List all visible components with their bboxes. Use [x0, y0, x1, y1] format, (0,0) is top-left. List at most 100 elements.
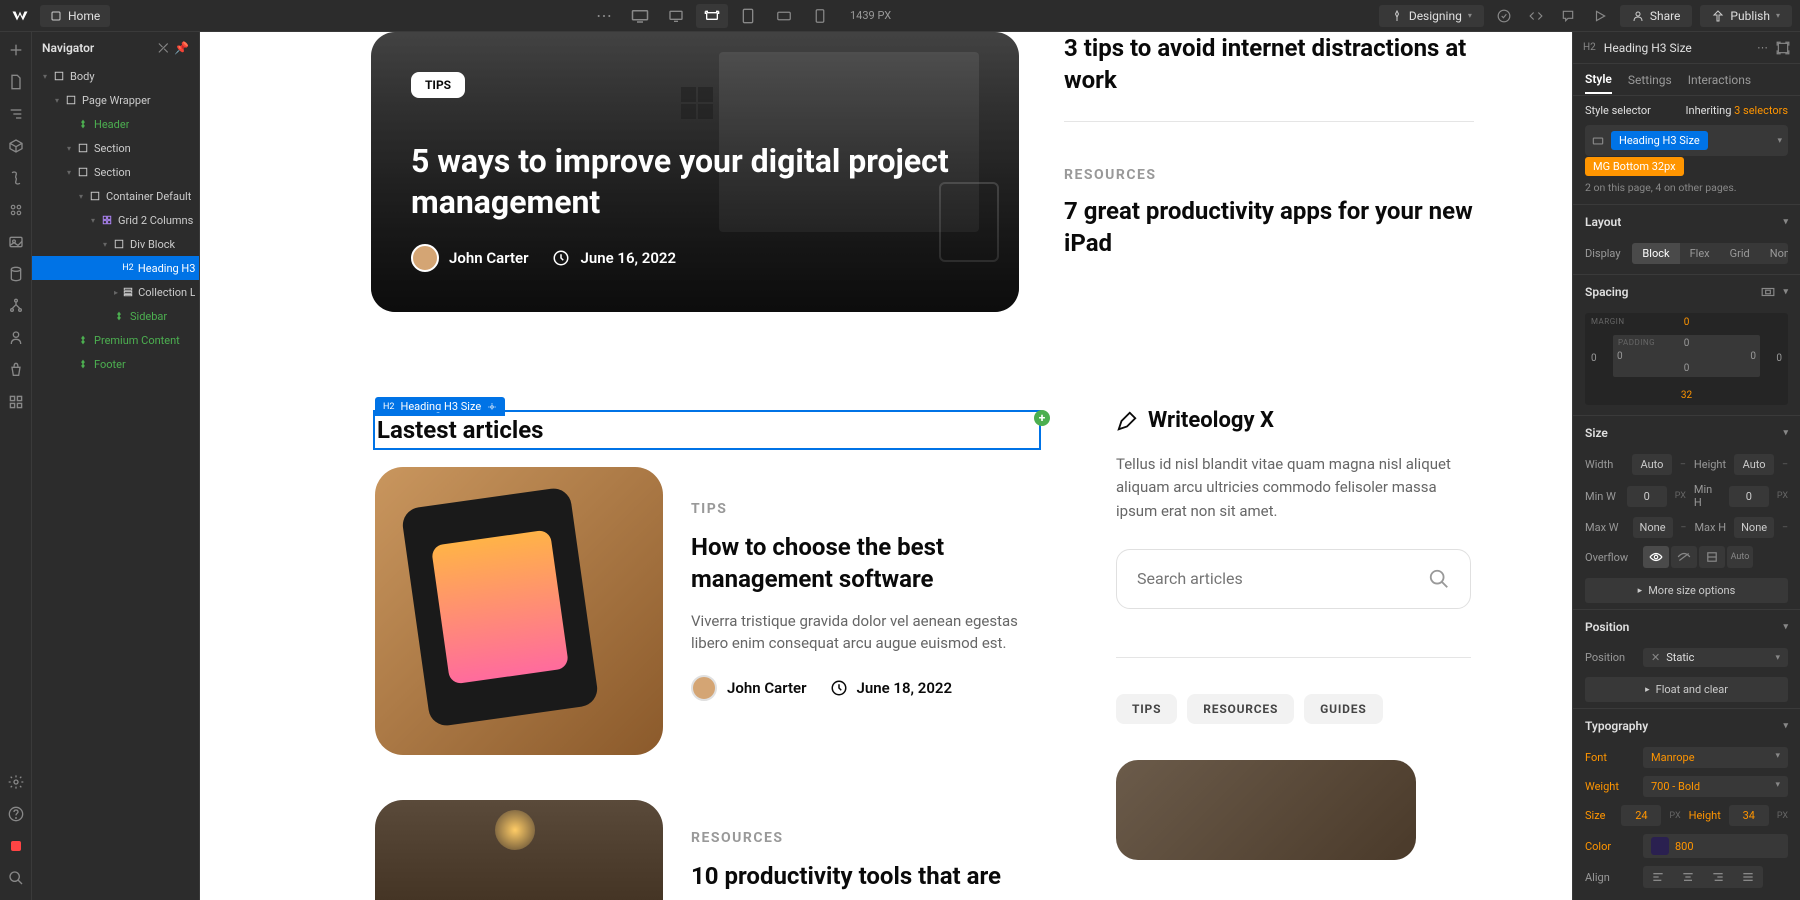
preview-icon[interactable]	[1588, 4, 1612, 28]
logic-icon[interactable]	[6, 296, 26, 316]
nav-item-container-default[interactable]: ▾Container Default	[32, 184, 199, 208]
canvas[interactable]: TIPS 5 ways to improve your digital proj…	[200, 32, 1572, 900]
minw-input[interactable]	[1627, 486, 1667, 507]
side-article-2[interactable]: RESOURCES 7 great productivity apps for …	[1064, 167, 1474, 260]
display-block[interactable]: Block	[1632, 243, 1679, 264]
align-right-icon[interactable]	[1703, 866, 1733, 888]
video-icon[interactable]	[6, 836, 26, 856]
minh-input[interactable]	[1729, 486, 1769, 507]
font-size-input[interactable]	[1621, 805, 1661, 826]
combo-class-tag[interactable]: MG Bottom 32px	[1585, 157, 1684, 176]
position-select[interactable]: ✕ Static ▾	[1643, 648, 1788, 667]
viewport-mobile-icon[interactable]	[804, 4, 836, 28]
search-input[interactable]	[1137, 569, 1337, 588]
webflow-logo[interactable]	[8, 4, 32, 28]
selector-input[interactable]: Heading H3 Size ▾	[1585, 125, 1788, 156]
hero-author[interactable]: John Carter	[411, 244, 528, 272]
spacing-editor[interactable]: MARGIN 0 0 32 0 PADDING 0 0 0 0	[1585, 313, 1788, 405]
display-none[interactable]: None	[1760, 243, 1788, 264]
viewport-desktop-lg-icon[interactable]	[624, 4, 656, 28]
hero-tag[interactable]: TIPS	[411, 72, 465, 98]
search-icon[interactable]	[6, 868, 26, 888]
search-icon[interactable]	[1428, 568, 1450, 590]
more-icon[interactable]: ⋯	[588, 4, 620, 28]
align-center-icon[interactable]	[1673, 866, 1703, 888]
overflow-visible-icon[interactable]	[1643, 546, 1669, 568]
nav-item-section[interactable]: ▾Section	[32, 160, 199, 184]
nav-item-section[interactable]: ▾Section	[32, 136, 199, 160]
tag-tips[interactable]: TIPS	[1116, 694, 1177, 724]
display-flex[interactable]: Flex	[1680, 243, 1720, 264]
overflow-hidden-icon[interactable]	[1671, 546, 1697, 568]
inheriting-link[interactable]: 3 selectors	[1734, 104, 1788, 117]
side-article-1[interactable]: 3 tips to avoid internet distractions at…	[1064, 32, 1474, 122]
display-grid[interactable]: Grid	[1720, 243, 1760, 264]
align-justify-icon[interactable]	[1733, 866, 1763, 888]
chevron-down-icon[interactable]: ▾	[1783, 217, 1788, 227]
style-icon[interactable]	[6, 200, 26, 220]
viewport-tablet-icon[interactable]	[732, 4, 764, 28]
mode-button[interactable]: Designing ▾	[1379, 5, 1484, 27]
canvas-size[interactable]: 1439 PX	[850, 9, 891, 22]
comment-icon[interactable]	[1556, 4, 1580, 28]
navigator-icon[interactable]	[6, 104, 26, 124]
article-card-1[interactable]: TIPS How to choose the best management s…	[375, 467, 1055, 755]
overflow-scroll-icon[interactable]	[1699, 546, 1725, 568]
more-size-button[interactable]: ▸More size options	[1585, 578, 1788, 603]
ecommerce-icon[interactable]	[6, 360, 26, 380]
nav-item-body[interactable]: ▾Body	[32, 64, 199, 88]
users-icon[interactable]	[6, 328, 26, 348]
chevron-down-icon[interactable]: ▾	[1783, 622, 1788, 632]
publish-button[interactable]: Publish ▾	[1700, 5, 1792, 27]
article-card-2[interactable]: RESOURCES 10 productivity tools that are	[375, 800, 1055, 900]
width-input[interactable]	[1632, 454, 1672, 475]
color-select[interactable]: 800	[1643, 834, 1788, 858]
assets-icon[interactable]	[6, 232, 26, 252]
nav-item-page-wrapper[interactable]: ▾Page Wrapper	[32, 88, 199, 112]
align-left-icon[interactable]	[1643, 866, 1673, 888]
maxh-input[interactable]	[1734, 517, 1774, 538]
nav-item-collection-lis[interactable]: ▸Collection Lis	[32, 280, 199, 304]
nav-item-div-block[interactable]: ▾Div Block	[32, 232, 199, 256]
variables-icon[interactable]	[6, 168, 26, 188]
home-button[interactable]: Home	[40, 5, 110, 27]
chevron-down-icon[interactable]: ▾	[1783, 428, 1788, 438]
add-icon[interactable]	[6, 40, 26, 60]
nav-item-heading-h3-s[interactable]: H2Heading H3 S	[32, 256, 199, 280]
search-box[interactable]	[1116, 549, 1471, 609]
font-select[interactable]: Manrope▾	[1643, 747, 1788, 768]
chevron-down-icon[interactable]: ▾	[1783, 721, 1788, 731]
viewport-mobile-land-icon[interactable]	[768, 4, 800, 28]
line-height-input[interactable]	[1729, 805, 1769, 826]
viewport-desktop-icon[interactable]	[660, 4, 692, 28]
tab-style[interactable]: Style	[1585, 72, 1612, 94]
nav-item-premium-content[interactable]: Premium Content	[32, 328, 199, 352]
chevron-down-icon[interactable]: ▾	[1777, 136, 1782, 146]
hero-article-card[interactable]: TIPS 5 ways to improve your digital proj…	[371, 32, 1019, 312]
overflow-auto-icon[interactable]: Auto	[1727, 546, 1753, 568]
height-input[interactable]	[1734, 454, 1774, 475]
section-heading[interactable]: Lastest articles	[375, 412, 1039, 448]
article-author[interactable]: John Carter	[691, 675, 806, 701]
code-icon[interactable]	[1524, 4, 1548, 28]
help-icon[interactable]	[6, 804, 26, 824]
pages-icon[interactable]	[6, 72, 26, 92]
float-clear-button[interactable]: ▸Float and clear	[1585, 677, 1788, 702]
cms-icon[interactable]	[6, 264, 26, 284]
chevron-down-icon[interactable]: ▾	[1783, 287, 1788, 297]
maxw-input[interactable]	[1633, 517, 1673, 538]
share-button[interactable]: Share	[1620, 5, 1693, 27]
nav-item-header[interactable]: Header	[32, 112, 199, 136]
tag-guides[interactable]: GUIDES	[1304, 694, 1382, 724]
nav-item-grid-2-columns[interactable]: ▾Grid 2 Columns	[32, 208, 199, 232]
settings-icon[interactable]	[6, 772, 26, 792]
tab-interactions[interactable]: Interactions	[1688, 73, 1751, 87]
add-element-icon[interactable]: +	[1034, 410, 1050, 426]
check-icon[interactable]	[1492, 4, 1516, 28]
tab-settings[interactable]: Settings	[1628, 73, 1672, 87]
nav-item-sidebar[interactable]: Sidebar	[32, 304, 199, 328]
weight-select[interactable]: 700 - Bold▾	[1643, 776, 1788, 797]
more-icon[interactable]: ⋯	[1757, 41, 1768, 54]
nav-item-footer[interactable]: Footer	[32, 352, 199, 376]
components-icon[interactable]	[6, 136, 26, 156]
